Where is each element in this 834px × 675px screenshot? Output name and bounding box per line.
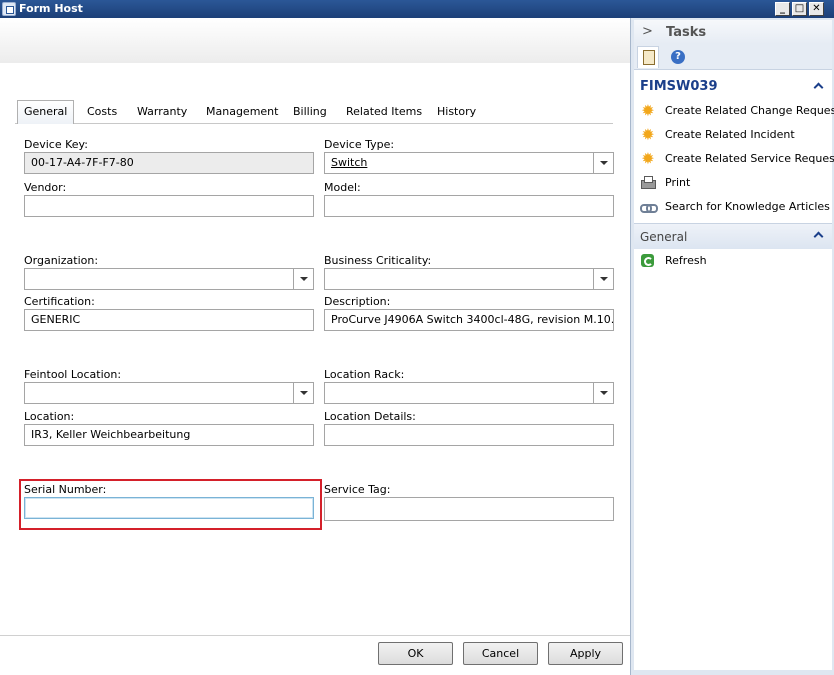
task-label: Search for Knowledge Articles xyxy=(665,200,830,213)
vendor-label: Vendor: xyxy=(24,181,67,194)
collapse-icon[interactable] xyxy=(814,82,824,92)
button-separator xyxy=(0,635,630,636)
chevron-down-icon[interactable] xyxy=(593,383,613,403)
tab-billing[interactable]: Billing xyxy=(293,105,327,118)
window-title: Form Host xyxy=(19,2,83,15)
certification-label: Certification: xyxy=(24,295,95,308)
business-criticality-label: Business Criticality: xyxy=(324,254,432,267)
feintool-location-select[interactable] xyxy=(24,382,314,404)
task-label: Create Related Incident xyxy=(665,128,795,141)
serial-number-label: Serial Number: xyxy=(24,483,107,496)
tab-general[interactable]: General xyxy=(17,100,75,125)
form-main: General Costs Warranty Management Billin… xyxy=(0,18,630,675)
tab-related-items[interactable]: Related Items xyxy=(346,105,422,118)
description-label: Description: xyxy=(324,295,391,308)
task-pane-tabs: ? xyxy=(634,44,832,70)
help-icon[interactable]: ? xyxy=(671,50,685,64)
task-label: Create Related Service Request xyxy=(665,152,834,165)
device-key-label: Device Key: xyxy=(24,138,88,151)
task-pane-title: Tasks xyxy=(666,25,707,40)
close-button[interactable]: ✕ xyxy=(809,2,824,16)
chevron-down-icon[interactable] xyxy=(293,269,313,289)
header-band xyxy=(0,18,630,63)
task-label: Print xyxy=(665,176,691,189)
clipboard-icon[interactable] xyxy=(637,46,659,68)
task-label: Refresh xyxy=(665,254,707,267)
apply-button[interactable]: Apply xyxy=(548,642,623,665)
service-tag-field[interactable] xyxy=(324,497,614,521)
device-key-value: 00-17-A4-7F-F7-80 xyxy=(31,156,134,169)
sun-icon: ✹ xyxy=(641,101,655,120)
location-label: Location: xyxy=(24,410,75,423)
app-icon xyxy=(2,2,16,16)
section-title-general: General xyxy=(640,230,688,244)
location-value: IR3, Keller Weichbearbeitung xyxy=(31,428,191,441)
refresh-icon xyxy=(640,253,656,269)
sun-icon: ✹ xyxy=(641,125,655,144)
tab-warranty[interactable]: Warranty xyxy=(137,105,187,118)
task-pane: > Tasks ? FIMSW039 ✹ Create Related Chan… xyxy=(630,18,834,675)
model-field[interactable] xyxy=(324,195,614,217)
device-type-select[interactable]: Switch xyxy=(324,152,614,174)
vendor-field[interactable] xyxy=(24,195,314,217)
cancel-button[interactable]: Cancel xyxy=(463,642,538,665)
task-label: Create Related Change Request xyxy=(665,104,834,117)
location-rack-select[interactable] xyxy=(324,382,614,404)
maximize-button[interactable]: □ xyxy=(792,2,807,16)
task-pane-header[interactable]: > Tasks xyxy=(634,20,832,44)
location-rack-label: Location Rack: xyxy=(324,368,405,381)
chevron-down-icon[interactable] xyxy=(593,153,613,173)
chevron-down-icon[interactable] xyxy=(293,383,313,403)
section-title-device: FIMSW039 xyxy=(640,79,718,94)
organization-select[interactable] xyxy=(24,268,314,290)
tab-strip: General Costs Warranty Management Billin… xyxy=(15,100,613,125)
certification-value: GENERIC xyxy=(31,313,81,326)
link-icon xyxy=(640,199,658,215)
business-criticality-select[interactable] xyxy=(324,268,614,290)
organization-label: Organization: xyxy=(24,254,99,267)
chevron-right-icon[interactable]: > xyxy=(642,24,653,39)
model-label: Model: xyxy=(324,181,361,194)
feintool-location-label: Feintool Location: xyxy=(24,368,122,381)
device-type-label: Device Type: xyxy=(324,138,395,151)
title-bar: Form Host _ □ ✕ xyxy=(0,0,834,18)
minimize-button[interactable]: _ xyxy=(775,2,790,16)
printer-icon xyxy=(640,175,656,191)
sun-icon: ✹ xyxy=(641,149,655,168)
location-details-field[interactable] xyxy=(324,424,614,446)
description-field[interactable]: ProCurve J4906A Switch 3400cl-48G, revis… xyxy=(324,309,614,331)
task-pane-content: > Tasks ? FIMSW039 ✹ Create Related Chan… xyxy=(634,20,834,670)
service-tag-label: Service Tag: xyxy=(324,483,391,496)
ok-button[interactable]: OK xyxy=(378,642,453,665)
tab-history[interactable]: History xyxy=(437,105,476,118)
collapse-icon[interactable] xyxy=(814,231,824,241)
description-value: ProCurve J4906A Switch 3400cl-48G, revis… xyxy=(331,313,614,326)
device-type-value: Switch xyxy=(331,156,368,169)
location-details-label: Location Details: xyxy=(324,410,416,423)
tab-costs[interactable]: Costs xyxy=(87,105,117,118)
serial-number-field[interactable] xyxy=(24,497,314,519)
certification-field[interactable]: GENERIC xyxy=(24,309,314,331)
general-section-header[interactable]: General xyxy=(634,223,832,249)
tab-management[interactable]: Management xyxy=(206,105,278,118)
location-field[interactable]: IR3, Keller Weichbearbeitung xyxy=(24,424,314,446)
device-key-field[interactable]: 00-17-A4-7F-F7-80 xyxy=(24,152,314,174)
chevron-down-icon[interactable] xyxy=(593,269,613,289)
